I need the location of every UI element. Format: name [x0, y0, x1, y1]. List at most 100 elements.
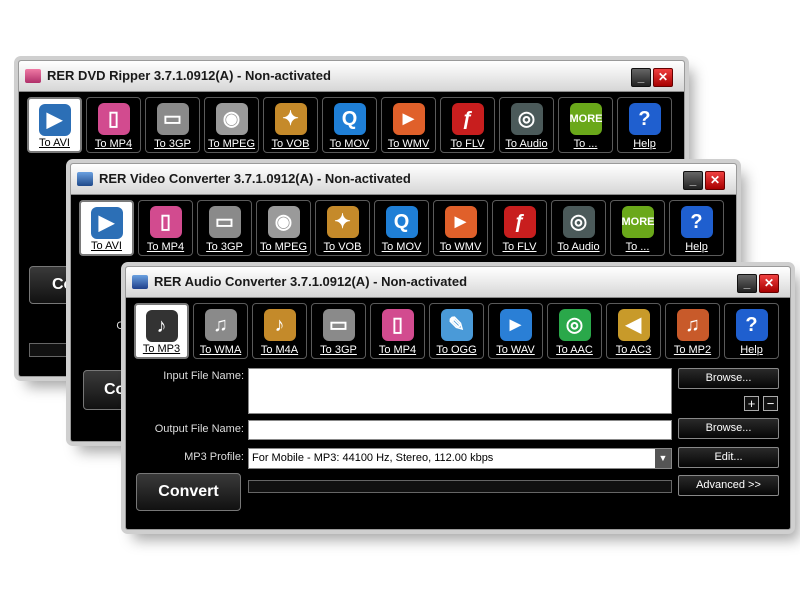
dvd-ripper-app-icon [25, 69, 41, 83]
toolbar-button-label: To VOB [271, 138, 310, 150]
toolbar-button-label: To MPEG [259, 241, 308, 253]
toolbar-button-to-mp4[interactable]: ▯ To MP4 [138, 200, 193, 256]
speaker-icon: ◎ [558, 309, 591, 341]
output-file-label: Output File Name: [154, 423, 244, 435]
music-note-icon: ♫ [676, 309, 709, 341]
toolbar-button-to-aac[interactable]: ◎ To AAC [547, 303, 602, 359]
toolbar-button-to-3gp[interactable]: ▭ To 3GP [145, 97, 200, 153]
toolbar-button-to-mp4[interactable]: ▯ To MP4 [86, 97, 141, 153]
toolbar-button-label: Help [740, 344, 763, 356]
mobile-phone-icon: ▭ [208, 206, 241, 238]
toolbar-button-label: To MOV [329, 138, 370, 150]
toolbar-button-to-mp2[interactable]: ♫ To MP2 [665, 303, 720, 359]
toolbar-button-to-mp3[interactable]: ♪ To MP3 [134, 303, 189, 359]
mobile-phone-icon: ▭ [156, 103, 189, 135]
toolbar-button-label: To 3GP [206, 241, 243, 253]
toolbar-button-to-audio[interactable]: ◎ To Audio [499, 97, 554, 153]
dvd-ripper-titlebar[interactable]: RER DVD Ripper 3.7.1.0912(A) - Non-activ… [19, 61, 684, 92]
quicktime-icon: Q [333, 103, 366, 135]
toolbar-button-label: To M4A [260, 344, 299, 356]
audio-convert-button[interactable]: Convert [136, 473, 241, 511]
toolbar-button-help[interactable]: ? Help [617, 97, 672, 153]
toolbar-button-to-flv[interactable]: ƒ To FLV [492, 200, 547, 256]
toolbar-button-label: To MP4 [94, 138, 133, 150]
toolbar-button-to-flv[interactable]: ƒ To FLV [440, 97, 495, 153]
speaker-icon: ◀ [617, 309, 650, 341]
audio-toolbar: ♪ To MP3 ♫ To WMA ♪ To M4A ▭ To 3GP ▯ To MP4 ✎ To O… [134, 303, 783, 361]
toolbar-button-label: To FLV [502, 241, 537, 253]
film-reel-icon: ◉ [267, 206, 300, 238]
input-file-list[interactable] [248, 368, 672, 414]
input-file-label: Input File Name: [163, 370, 244, 382]
toolbar-button-to-wav[interactable]: ► To WAV [488, 303, 543, 359]
input-browse-button[interactable]: Browse... [678, 368, 779, 389]
toolbar-button-to[interactable]: MORE To ... [558, 97, 613, 153]
dvd-close-button[interactable]: ✕ [653, 68, 673, 87]
toolbar-button-to-avi[interactable]: ▶ To AVI [27, 97, 82, 153]
toolbar-button-label: To WMV [439, 241, 482, 253]
dvd-minimize-button[interactable]: _ [631, 68, 651, 87]
windows-media-icon: ► [392, 103, 425, 135]
toolbar-button-to-mov[interactable]: Q To MOV [374, 200, 429, 256]
add-file-button[interactable]: + [744, 396, 759, 411]
chevron-down-icon[interactable]: ▼ [655, 449, 671, 468]
toolbar-button-to-mpeg[interactable]: ◉ To MPEG [204, 97, 259, 153]
film-reel-icon: ◉ [215, 103, 248, 135]
toolbar-button-to-avi[interactable]: ▶ To AVI [79, 200, 134, 256]
help-icon: ? [628, 103, 661, 135]
toolbar-button-to-m4a[interactable]: ♪ To M4A [252, 303, 307, 359]
video-minimize-button[interactable]: _ [683, 171, 703, 190]
ipod-icon: ▯ [149, 206, 182, 238]
mobile-phone-icon: ▭ [322, 309, 355, 341]
toolbar-button-to-mov[interactable]: Q To MOV [322, 97, 377, 153]
audio-convert-label: Convert [158, 483, 219, 500]
toolbar-button-label: To ... [573, 138, 598, 150]
toolbar-button-label: To WAV [496, 344, 535, 356]
toolbar-button-to-vob[interactable]: ✦ To VOB [263, 97, 318, 153]
mp3-profile-label: MP3 Profile: [184, 451, 244, 463]
video-converter-titlebar[interactable]: RER Video Converter 3.7.1.0912(A) - Non-… [71, 164, 736, 195]
video-close-button[interactable]: ✕ [705, 171, 725, 190]
toolbar-button-to-ogg[interactable]: ✎ To OGG [429, 303, 484, 359]
audio-converter-title: RER Audio Converter 3.7.1.0912(A) - Non-… [154, 274, 468, 289]
video-converter-app-icon [77, 172, 93, 186]
toolbar-button-to-wma[interactable]: ♫ To WMA [193, 303, 248, 359]
edit-profile-button[interactable]: Edit... [678, 447, 779, 468]
toolbar-button-to-vob[interactable]: ✦ To VOB [315, 200, 370, 256]
advanced-button[interactable]: Advanced >> [678, 475, 779, 496]
toolbar-button-label: To VOB [323, 241, 362, 253]
toolbar-button-label: To 3GP [154, 138, 191, 150]
toolbar-button-to-wmv[interactable]: ► To WMV [433, 200, 488, 256]
microphone-icon: ✎ [440, 309, 473, 341]
mp3-profile-select[interactable]: For Mobile - MP3: 44100 Hz, Stereo, 112.… [248, 448, 672, 469]
toolbar-button-to-ac3[interactable]: ◀ To AC3 [606, 303, 661, 359]
toolbar-button-label: To Audio [505, 138, 548, 150]
flash-icon: ƒ [451, 103, 484, 135]
toolbar-button-help[interactable]: ? Help [724, 303, 779, 359]
film-reel-icon: ▶ [38, 104, 71, 136]
toolbar-button-to-mp4[interactable]: ▯ To MP4 [370, 303, 425, 359]
toolbar-button-label: To OGG [436, 344, 477, 356]
toolbar-button-to-wmv[interactable]: ► To WMV [381, 97, 436, 153]
remove-file-button[interactable]: − [763, 396, 778, 411]
toolbar-button-to-3gp[interactable]: ▭ To 3GP [197, 200, 252, 256]
audio-converter-titlebar[interactable]: RER Audio Converter 3.7.1.0912(A) - Non-… [126, 267, 790, 298]
output-browse-button[interactable]: Browse... [678, 418, 779, 439]
audio-close-button[interactable]: ✕ [759, 274, 779, 293]
video-converter-title: RER Video Converter 3.7.1.0912(A) - Non-… [99, 171, 411, 186]
toolbar-button-help[interactable]: ? Help [669, 200, 724, 256]
video-toolbar: ▶ To AVI ▯ To MP4 ▭ To 3GP ◉ To MPEG ✦ To VOB Q To … [79, 200, 728, 258]
toolbar-button-label: To WMV [387, 138, 430, 150]
apple-icon: ♪ [263, 309, 296, 341]
toolbar-button-to-3gp[interactable]: ▭ To 3GP [311, 303, 366, 359]
output-file-field[interactable] [248, 420, 672, 440]
toolbar-button-to[interactable]: MORE To ... [610, 200, 665, 256]
audio-progress-bar [248, 480, 672, 493]
mp3-profile-value: For Mobile - MP3: 44100 Hz, Stereo, 112.… [252, 452, 494, 464]
toolbar-button-to-audio[interactable]: ◎ To Audio [551, 200, 606, 256]
toolbar-button-label: To Audio [557, 241, 600, 253]
music-disc-icon: ♫ [204, 309, 237, 341]
flash-icon: ƒ [503, 206, 536, 238]
toolbar-button-to-mpeg[interactable]: ◉ To MPEG [256, 200, 311, 256]
audio-minimize-button[interactable]: _ [737, 274, 757, 293]
